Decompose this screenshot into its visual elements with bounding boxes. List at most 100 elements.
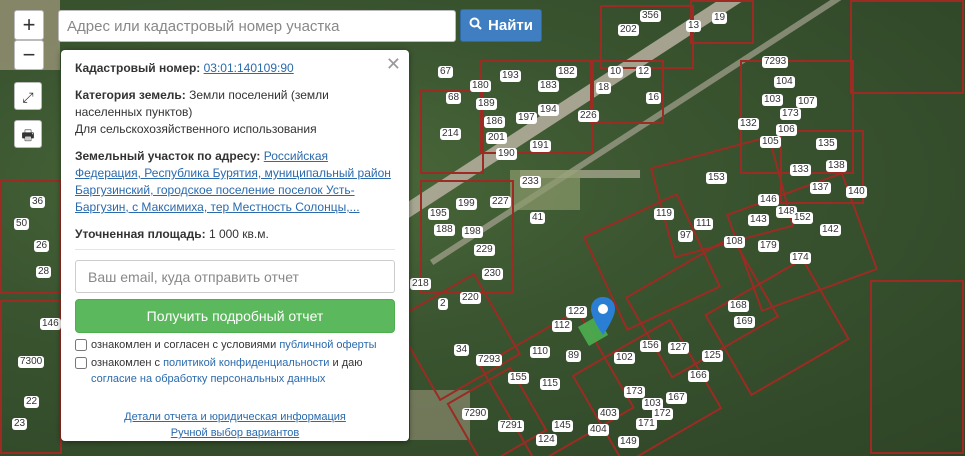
parcel-label: 179 xyxy=(758,240,779,252)
parcel-label: 195 xyxy=(428,208,449,220)
parcel-label: 140 xyxy=(846,186,867,198)
parcel-label: 229 xyxy=(474,244,495,256)
public-offer-link[interactable]: публичной оферты xyxy=(279,339,376,351)
print-button[interactable]: 🖶 xyxy=(14,120,42,148)
area-value: 1 000 кв.м. xyxy=(208,227,269,241)
parcel[interactable] xyxy=(870,280,964,454)
parcel-label: 230 xyxy=(482,268,503,280)
parcel-label: 105 xyxy=(760,136,781,148)
expand-icon: ⤢ xyxy=(22,89,34,105)
parcel-label: 104 xyxy=(774,76,795,88)
cadastral-label: Кадастровый номер: xyxy=(75,61,201,75)
parcel-label: 201 xyxy=(486,132,507,144)
parcel-label: 36 xyxy=(30,196,46,208)
personal-data-consent-link[interactable]: согласие на обработку персональных данны… xyxy=(91,373,325,385)
consent-privacy-and: и даю xyxy=(332,357,363,369)
parcel-label: 7293 xyxy=(762,56,789,68)
divider xyxy=(75,249,395,250)
consent-offer-label: ознакомлен и согласен с условиями xyxy=(91,339,277,351)
parcel-label: 174 xyxy=(790,252,811,264)
parcel-label: 10 xyxy=(608,66,624,78)
parcel-label: 89 xyxy=(566,350,582,362)
parcel-label: 180 xyxy=(470,80,491,92)
search-button-label: Найти xyxy=(488,17,533,34)
parcel-label: 197 xyxy=(516,112,537,124)
parcel-label: 172 xyxy=(652,408,673,420)
parcel-label: 218 xyxy=(410,278,431,290)
parcel-label: 152 xyxy=(792,212,813,224)
category-label: Категория земель: xyxy=(75,88,186,102)
parcel-label: 193 xyxy=(500,70,521,82)
parcel-label: 132 xyxy=(738,118,759,130)
parcel-label: 403 xyxy=(598,408,619,420)
category-row: Категория земель: Земли поселений (земли… xyxy=(75,87,395,138)
parcel-label: 107 xyxy=(796,96,817,108)
email-field[interactable] xyxy=(75,260,395,293)
parcel-label: 189 xyxy=(476,98,497,110)
parcel-label: 127 xyxy=(668,342,689,354)
consent-offer-text: ознакомлен и согласен с условиями публич… xyxy=(91,337,377,353)
parcel-label: 138 xyxy=(826,160,847,172)
parcel-label: 404 xyxy=(588,424,609,436)
report-details-link[interactable]: Детали отчета и юридическая информация xyxy=(75,409,395,425)
parcel-label: 97 xyxy=(678,230,694,242)
parcel-label: 183 xyxy=(538,80,559,92)
address-label: Земельный участок по адресу: xyxy=(75,149,261,163)
parcel-label: 19 xyxy=(712,12,728,24)
parcel-label: 169 xyxy=(734,316,755,328)
parcel-label: 13 xyxy=(686,20,702,32)
consent-offer-row: ознакомлен и согласен с условиями публич… xyxy=(75,337,395,353)
parcel-label: 22 xyxy=(24,396,40,408)
parcel[interactable] xyxy=(850,0,964,94)
parcel-label: 18 xyxy=(596,82,612,94)
consent-privacy-text: ознакомлен с политикой конфиденциальност… xyxy=(91,355,363,387)
cadastral-row: Кадастровый номер: 03:01:140109:90 xyxy=(75,60,395,77)
parcel-label: 133 xyxy=(790,164,811,176)
parcel-info-popup: ✕ Кадастровый номер: 03:01:140109:90 Кат… xyxy=(61,50,409,441)
parcel-label: 7293 xyxy=(476,354,503,366)
cadastral-number-link[interactable]: 03:01:140109:90 xyxy=(204,61,294,75)
location-pin-icon[interactable] xyxy=(590,297,616,342)
parcel-label: 108 xyxy=(724,236,745,248)
manual-selection-link[interactable]: Ручной выбор вариантов xyxy=(75,425,395,441)
parcel-label: 115 xyxy=(540,378,560,390)
area-label: Уточненная площадь: xyxy=(75,227,206,241)
parcel-label: 124 xyxy=(536,434,557,446)
parcel-label: 122 xyxy=(566,306,587,318)
consent-privacy-checkbox[interactable] xyxy=(75,357,87,369)
parcel-label: 2 xyxy=(438,298,448,310)
consent-offer-checkbox[interactable] xyxy=(75,339,87,351)
parcel-label: 125 xyxy=(702,350,723,362)
parcel-label: 137 xyxy=(810,182,831,194)
parcel-label: 153 xyxy=(706,172,727,184)
parcel-label: 146 xyxy=(758,194,779,206)
parcel-label: 110 xyxy=(530,346,550,358)
search-input[interactable] xyxy=(58,10,456,42)
address-row: Земельный участок по адресу: Российская … xyxy=(75,148,395,216)
parcel-label: 7290 xyxy=(462,408,489,420)
parcel-label: 16 xyxy=(646,92,662,104)
parcel-label: 26 xyxy=(34,240,50,252)
parcel-label: 23 xyxy=(12,418,28,430)
parcel-label: 356 xyxy=(640,10,661,22)
privacy-policy-link[interactable]: политикой конфиденциальности xyxy=(163,357,329,369)
parcel-label: 214 xyxy=(440,128,461,140)
parcel-label: 145 xyxy=(552,420,573,432)
print-icon: 🖶 xyxy=(21,127,35,143)
parcel-label: 167 xyxy=(666,392,687,404)
zoom-out-button[interactable]: − xyxy=(14,40,44,70)
parcel-label: 103 xyxy=(762,94,783,106)
parcel-label: 106 xyxy=(776,124,797,136)
parcel-label: 112 xyxy=(552,320,572,332)
parcel-label: 198 xyxy=(462,226,483,238)
area-row: Уточненная площадь: 1 000 кв.м. xyxy=(75,226,395,243)
close-icon[interactable]: ✕ xyxy=(386,54,401,75)
parcel-label: 173 xyxy=(624,386,645,398)
parcel-label: 182 xyxy=(556,66,577,78)
search-button[interactable]: Найти xyxy=(460,9,542,42)
get-report-button[interactable]: Получить подробный отчет xyxy=(75,299,395,333)
parcel-label: 28 xyxy=(36,266,52,278)
fullscreen-button[interactable]: ⤢ xyxy=(14,82,42,110)
parcel-label: 149 xyxy=(618,436,639,448)
zoom-in-button[interactable]: + xyxy=(14,10,44,40)
